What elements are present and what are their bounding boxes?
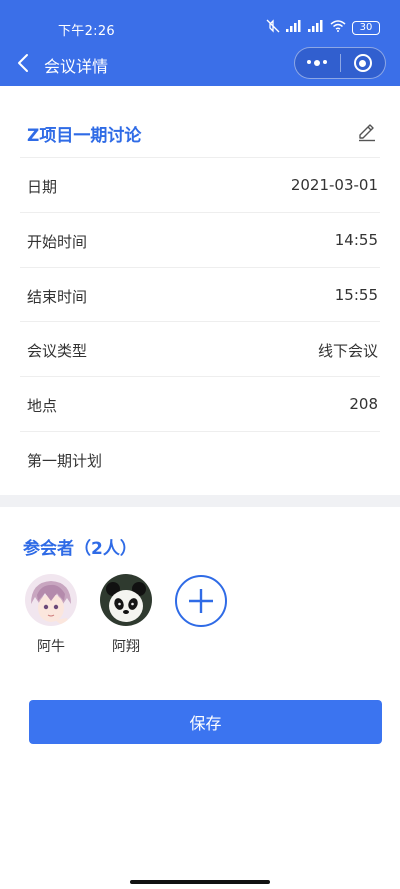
edit-button[interactable] xyxy=(356,120,378,142)
participants-title: 参会者（2人） xyxy=(23,539,137,559)
mini-program-capsule xyxy=(294,47,386,79)
status-time: 下午2:26 xyxy=(58,24,115,39)
close-mini-program-button[interactable] xyxy=(340,48,385,78)
battery-icon: 30 xyxy=(352,20,380,35)
meeting-title: Z项目一期讨论 xyxy=(27,126,142,146)
panda-avatar-icon xyxy=(100,574,152,626)
location-value: 208 xyxy=(349,395,378,413)
home-indicator xyxy=(130,880,270,884)
hd-signal-icon xyxy=(308,20,324,35)
save-button[interactable]: 保存 xyxy=(29,700,382,744)
plus-icon xyxy=(189,589,213,613)
end-time-row[interactable]: 结束时间 15:55 xyxy=(20,267,380,322)
start-time-value: 14:55 xyxy=(334,231,378,249)
participant-name: 阿翔 xyxy=(112,639,140,655)
nav-bar: 会议详情 xyxy=(0,44,400,84)
status-bar: 下午2:26 30 xyxy=(0,0,400,40)
more-dots-icon xyxy=(307,60,328,66)
participant-item[interactable]: 阿翔 xyxy=(99,574,153,656)
end-time-value: 15:55 xyxy=(334,286,378,304)
location-row[interactable]: 地点 208 xyxy=(20,376,380,431)
date-label: 日期 xyxy=(27,178,58,196)
end-time-label: 结束时间 xyxy=(27,288,88,306)
participant-name: 阿牛 xyxy=(37,639,65,655)
start-time-label: 开始时间 xyxy=(27,233,88,251)
anime-boy-avatar-icon xyxy=(25,574,77,626)
target-circle-icon xyxy=(353,54,372,72)
more-button[interactable] xyxy=(295,48,340,78)
location-label: 地点 xyxy=(27,397,58,415)
back-button[interactable] xyxy=(12,50,34,76)
pencil-icon xyxy=(359,124,375,142)
avatar xyxy=(25,574,77,626)
meeting-detail-card: Z项目一期讨论 日期 2021-03-01 开始时间 14:55 结束时间 15… xyxy=(0,86,400,494)
description-text: 第一期计划 xyxy=(27,452,103,470)
meeting-type-row[interactable]: 会议类型 线下会议 xyxy=(20,321,380,376)
participant-item[interactable]: 阿牛 xyxy=(24,574,78,656)
signal-icon xyxy=(286,20,302,35)
meeting-type-value: 线下会议 xyxy=(317,342,378,360)
page-title: 会议详情 xyxy=(44,57,109,76)
wifi-icon xyxy=(330,20,346,35)
section-divider xyxy=(0,495,400,507)
chevron-left-icon xyxy=(18,54,28,72)
date-value: 2021-03-01 xyxy=(290,176,378,194)
description-row: 第一期计划 xyxy=(20,431,380,486)
status-icons: 30 xyxy=(266,19,380,36)
date-row[interactable]: 日期 2021-03-01 xyxy=(20,157,380,212)
top-bar: 下午2:26 30 会议详情 xyxy=(0,0,400,86)
mute-icon xyxy=(266,19,280,36)
meeting-type-label: 会议类型 xyxy=(27,342,88,360)
start-time-row[interactable]: 开始时间 14:55 xyxy=(20,212,380,267)
avatar xyxy=(100,574,152,626)
add-participant-button[interactable] xyxy=(175,575,227,627)
